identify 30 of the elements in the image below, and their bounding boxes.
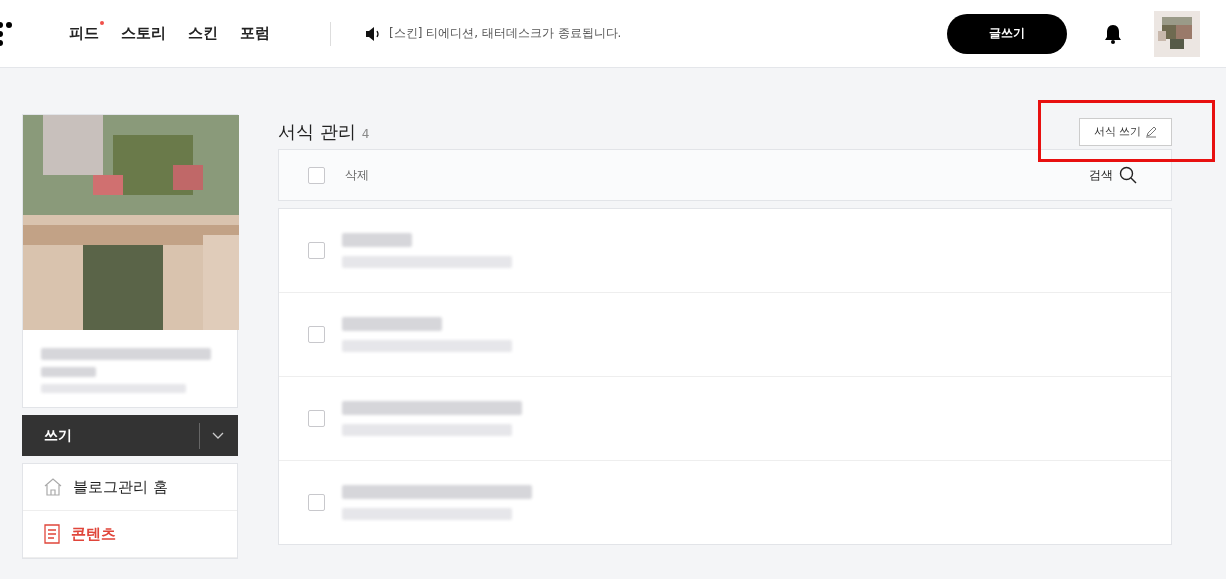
- menu-item[interactable]: 블로그관리 홈: [23, 464, 237, 511]
- checkbox[interactable]: [308, 494, 325, 511]
- checkbox[interactable]: [308, 326, 325, 343]
- search-button[interactable]: 검색: [1083, 165, 1143, 185]
- nav-link[interactable]: 포럼: [240, 24, 270, 43]
- nav-link[interactable]: 피드: [69, 24, 99, 43]
- write-button[interactable]: 글쓰기: [947, 13, 1067, 54]
- notice-text[interactable]: [스킨] 티에디션, 태터데스크가 종료됩니다.: [389, 25, 622, 42]
- write-menu-bar[interactable]: 쓰기: [22, 415, 238, 456]
- blurred-text: [41, 367, 96, 377]
- write-label[interactable]: 쓰기: [44, 426, 199, 445]
- new-template-button[interactable]: 서식 쓰기: [1078, 117, 1172, 146]
- bell-icon[interactable]: [1104, 23, 1122, 44]
- nav-link[interactable]: 스킨: [188, 24, 218, 43]
- chevron-down-icon[interactable]: [212, 431, 224, 440]
- pencil-icon: [1145, 125, 1157, 138]
- blurred-text: [342, 233, 412, 247]
- checkbox[interactable]: [308, 410, 325, 427]
- page-title: 서식 관리: [278, 119, 356, 144]
- checkbox[interactable]: [308, 166, 325, 184]
- document-icon: [43, 524, 61, 544]
- home-icon: [43, 477, 63, 497]
- logo-icon[interactable]: [0, 20, 12, 47]
- checkbox[interactable]: [308, 242, 325, 259]
- menu-item[interactable]: 콘텐츠: [23, 511, 237, 558]
- delete-label[interactable]: 삭제: [345, 166, 369, 184]
- nav-link[interactable]: 스토리: [121, 24, 166, 43]
- search-icon: [1119, 166, 1137, 184]
- speaker-icon: [365, 26, 381, 41]
- item-count: 4: [361, 126, 370, 141]
